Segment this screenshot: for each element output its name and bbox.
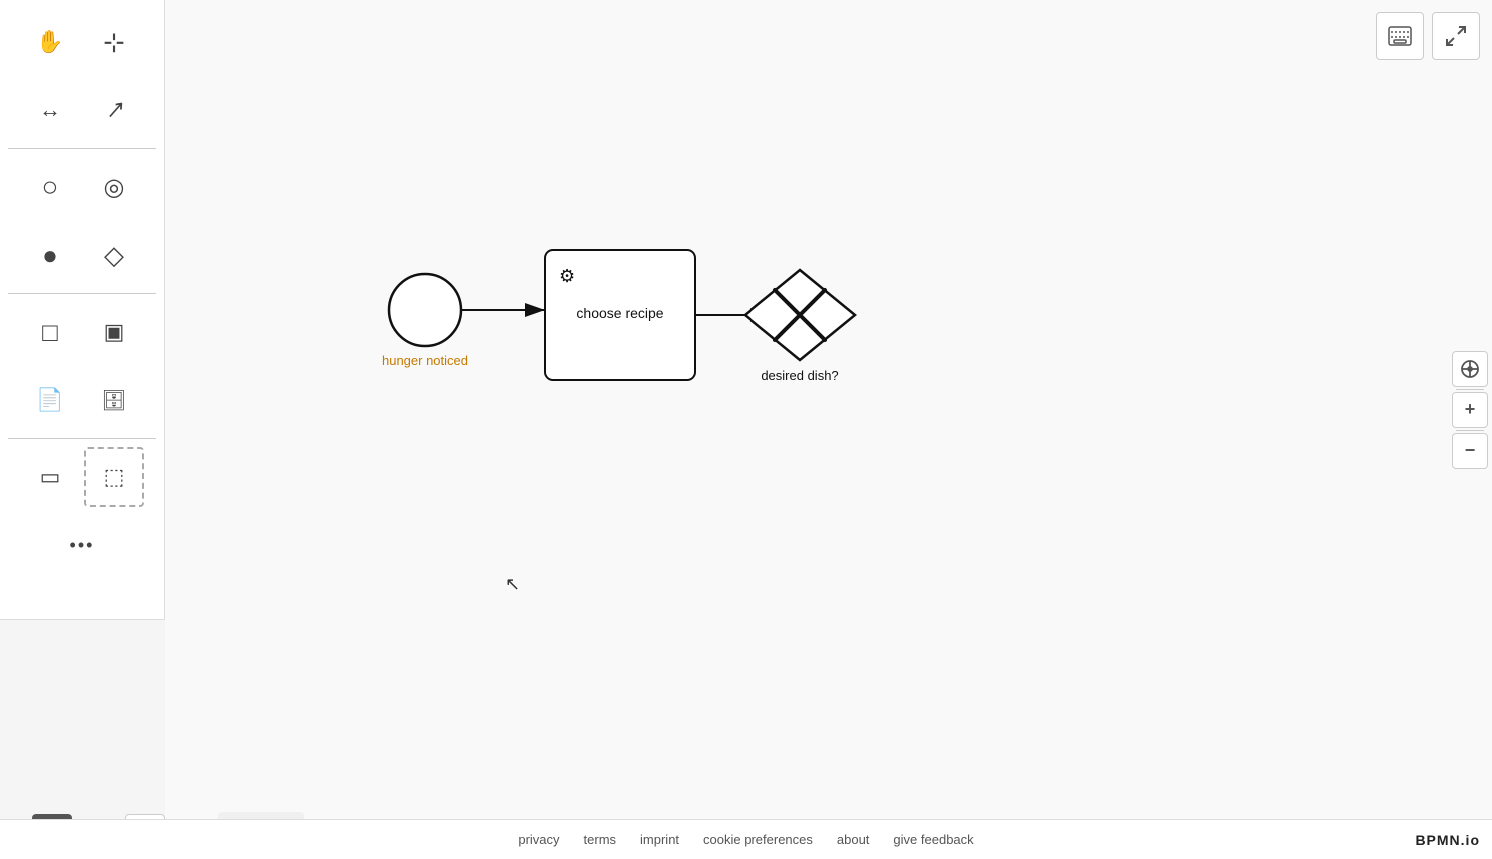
connect-tool[interactable]: ↗	[79, 75, 149, 145]
zoom-controls: + −	[1448, 345, 1492, 475]
group-tool[interactable]: ⬚	[84, 447, 144, 507]
imprint-link[interactable]: imprint	[640, 832, 679, 847]
zoom-divider-1	[1456, 389, 1484, 390]
zoom-divider-2	[1456, 430, 1484, 431]
terms-link[interactable]: terms	[584, 832, 617, 847]
divider-1	[8, 148, 156, 149]
divider-2	[8, 293, 156, 294]
task-tool[interactable]: □	[20, 302, 80, 362]
zoom-out-button[interactable]: −	[1452, 433, 1488, 469]
more-tools[interactable]: •••	[52, 515, 112, 575]
cookie-preferences-link[interactable]: cookie preferences	[703, 832, 813, 847]
about-link[interactable]: about	[837, 832, 870, 847]
gateway-label: desired dish?	[761, 368, 838, 383]
bpmn-diagram[interactable]: hunger noticed ⚙ choose recipe desired d…	[165, 0, 1492, 819]
data-object-tool[interactable]: 📄	[20, 370, 80, 430]
hand-tool[interactable]: ✋	[20, 12, 80, 72]
gateway-tool[interactable]: ◇	[84, 225, 144, 285]
start-event-label: hunger noticed	[382, 353, 468, 368]
divider-3	[8, 438, 156, 439]
task-label: choose recipe	[576, 305, 663, 321]
zoom-in-button[interactable]: +	[1452, 392, 1488, 428]
task-gear-icon: ⚙	[559, 266, 575, 286]
brand-logo: BPMN.io	[1415, 832, 1480, 848]
start-event-tool[interactable]: ○	[20, 157, 80, 217]
cursor-indicator: ↖	[505, 574, 520, 594]
privacy-link[interactable]: privacy	[518, 832, 559, 847]
canvas[interactable]: hunger noticed ⚙ choose recipe desired d…	[165, 0, 1492, 819]
end-event-tool[interactable]: ●	[20, 225, 80, 285]
select-tool[interactable]: ⊹	[84, 12, 144, 72]
give-feedback-link[interactable]: give feedback	[893, 832, 973, 847]
intermediate-event-tool[interactable]: ◎	[84, 157, 144, 217]
footer: privacy terms imprint cookie preferences…	[0, 819, 1492, 859]
start-event-node[interactable]	[389, 274, 461, 346]
subprocess-tool[interactable]: ▣	[84, 302, 144, 362]
footer-links: privacy terms imprint cookie preferences…	[518, 832, 973, 847]
sidebar: ✋ ⊹ ↔ ↗ ○ ◎ ● ◇ □ ▣ 📄 🗄 ▭ ⬚ •••	[0, 0, 165, 620]
data-store-tool[interactable]: 🗄	[84, 370, 144, 430]
resize-tool[interactable]: ↔	[20, 80, 80, 140]
pool-tool[interactable]: ▭	[20, 447, 80, 507]
zoom-reset-button[interactable]	[1452, 351, 1488, 387]
